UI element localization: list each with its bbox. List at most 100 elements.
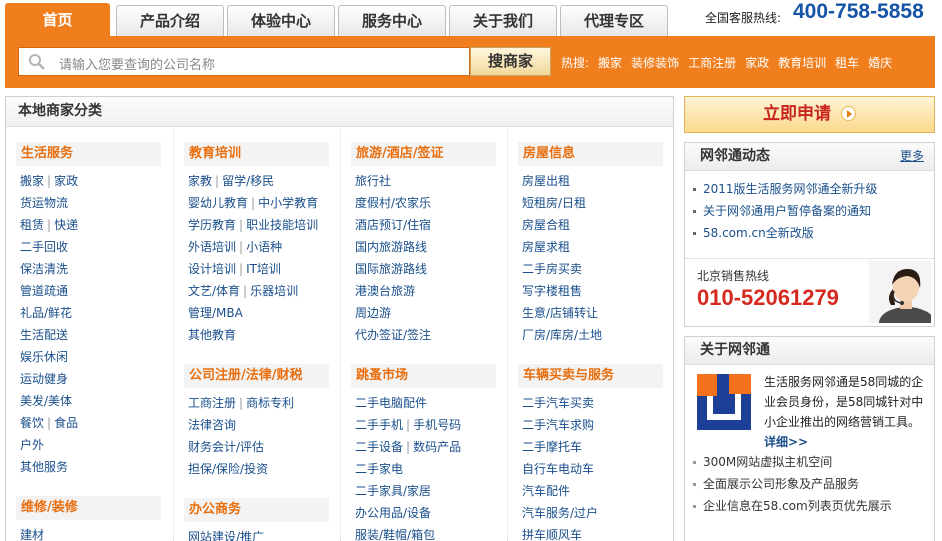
category-heading[interactable]: 生活服务 <box>16 142 161 166</box>
category-link[interactable]: 生活配送 <box>20 328 68 342</box>
category-link[interactable]: 周边游 <box>355 306 391 320</box>
hot-term[interactable]: 家政 <box>745 56 769 70</box>
category-heading[interactable]: 教育培训 <box>184 142 329 166</box>
category-link[interactable]: 留学/移民 <box>222 174 274 188</box>
category-link[interactable]: 房屋出租 <box>522 174 570 188</box>
tab-experience[interactable]: 体验中心 <box>227 5 335 36</box>
category-link[interactable]: 担保/保险/投资 <box>188 462 268 476</box>
category-link[interactable]: 快递 <box>54 218 78 232</box>
category-link[interactable]: 文艺/体育 <box>188 284 240 298</box>
hot-term[interactable]: 装修装饰 <box>631 56 679 70</box>
category-link[interactable]: 二手房买卖 <box>522 262 582 276</box>
category-link[interactable]: 小语种 <box>246 240 282 254</box>
category-link[interactable]: 网站建设/推广 <box>188 530 264 541</box>
category-link[interactable]: 外语培训 <box>188 240 236 254</box>
category-link[interactable]: 自行车电动车 <box>522 462 594 476</box>
category-link[interactable]: 户外 <box>20 438 44 452</box>
category-link[interactable]: 餐饮 <box>20 416 44 430</box>
category-link[interactable]: 国际旅游路线 <box>355 262 427 276</box>
hot-term[interactable]: 教育培训 <box>778 56 826 70</box>
category-link[interactable]: 国内旅游路线 <box>355 240 427 254</box>
category-link[interactable]: 保洁清洗 <box>20 262 68 276</box>
tab-home[interactable]: 首页 <box>5 3 110 36</box>
hot-term[interactable]: 工商注册 <box>688 56 736 70</box>
category-link[interactable]: 代办签证/签注 <box>355 328 431 342</box>
category-link[interactable]: 度假村/农家乐 <box>355 196 431 210</box>
tab-about[interactable]: 关于我们 <box>449 5 557 36</box>
category-link[interactable]: 二手电脑配件 <box>355 396 427 410</box>
category-link[interactable]: 商标专利 <box>246 396 294 410</box>
category-link[interactable]: 中小学教育 <box>258 196 318 210</box>
category-link[interactable]: 婴幼儿教育 <box>188 196 248 210</box>
category-heading[interactable]: 公司注册/法律/财税 <box>184 364 329 388</box>
category-link[interactable]: 二手手机 <box>355 418 403 432</box>
category-link[interactable]: 房屋求租 <box>522 240 570 254</box>
hot-term[interactable]: 婚庆 <box>868 56 892 70</box>
category-link[interactable]: 运动健身 <box>20 372 68 386</box>
category-link[interactable]: 手机号码 <box>413 418 461 432</box>
category-heading[interactable]: 车辆买卖与服务 <box>518 364 663 388</box>
category-link[interactable]: 法律咨询 <box>188 418 236 432</box>
category-link[interactable]: 食品 <box>54 416 78 430</box>
search-input[interactable]: 请输入您要查询的公司名称 <box>18 47 470 76</box>
category-link[interactable]: 其他教育 <box>188 328 236 342</box>
category-link[interactable]: 二手家具/家居 <box>355 484 431 498</box>
category-link[interactable]: 租赁 <box>20 218 44 232</box>
category-link[interactable]: 娱乐休闲 <box>20 350 68 364</box>
category-link[interactable]: 财务会计/评估 <box>188 440 264 454</box>
category-link[interactable]: 酒店预订/住宿 <box>355 218 431 232</box>
category-link[interactable]: 二手回收 <box>20 240 68 254</box>
category-link[interactable]: 货运物流 <box>20 196 68 210</box>
category-link[interactable]: 乐器培训 <box>250 284 298 298</box>
category-link[interactable]: 写字楼租售 <box>522 284 582 298</box>
tab-products[interactable]: 产品介绍 <box>116 5 224 36</box>
category-link[interactable]: 二手设备 <box>355 440 403 454</box>
search-button[interactable]: 搜商家 <box>470 47 551 76</box>
apply-now-button[interactable]: 立即申请 <box>684 96 935 133</box>
category-link[interactable]: 建材 <box>20 528 44 541</box>
category-link[interactable]: 二手摩托车 <box>522 440 582 454</box>
tab-agent[interactable]: 代理专区 <box>560 5 668 36</box>
category-link[interactable]: 学历教育 <box>188 218 236 232</box>
category-link[interactable]: 汽车配件 <box>522 484 570 498</box>
category-link[interactable]: 家教 <box>188 174 212 188</box>
category-link[interactable]: 生意/店铺转让 <box>522 306 598 320</box>
category-link[interactable]: 管道疏通 <box>20 284 68 298</box>
category-link[interactable]: 旅行社 <box>355 174 391 188</box>
category-link[interactable]: 汽车服务/过户 <box>522 506 598 520</box>
category-link[interactable]: IT培训 <box>246 262 281 276</box>
category-link[interactable]: 拼车顺风车 <box>522 528 582 541</box>
category-link[interactable]: 搬家 <box>20 174 44 188</box>
category-link[interactable]: 二手汽车买卖 <box>522 396 594 410</box>
category-link[interactable]: 二手家电 <box>355 462 403 476</box>
news-item[interactable]: 关于网邻通用户暂停备案的通知 <box>693 200 934 222</box>
tab-service[interactable]: 服务中心 <box>338 5 446 36</box>
category-link[interactable]: 港澳台旅游 <box>355 284 415 298</box>
category-link[interactable]: 工商注册 <box>188 396 236 410</box>
news-more-link[interactable]: 更多 <box>900 143 924 170</box>
category-link[interactable]: 美发/美体 <box>20 394 72 408</box>
category-link[interactable]: 其他服务 <box>20 460 68 474</box>
category-link[interactable]: 管理/MBA <box>188 306 243 320</box>
about-more-link[interactable]: 详细>> <box>764 435 808 449</box>
news-item[interactable]: 2011版生活服务网邻通全新升级 <box>693 178 934 200</box>
news-item[interactable]: 58.com.cn全新改版 <box>693 222 934 244</box>
category-link[interactable]: 职业技能培训 <box>246 218 318 232</box>
category-heading[interactable]: 维修/装修 <box>16 496 161 520</box>
category-link[interactable]: 二手汽车求购 <box>522 418 594 432</box>
category-link[interactable]: 设计培训 <box>188 262 236 276</box>
category-link[interactable]: 数码产品 <box>413 440 461 454</box>
category-link[interactable]: 礼品/鲜花 <box>20 306 72 320</box>
hot-term[interactable]: 租车 <box>835 56 859 70</box>
category-link[interactable]: 厂房/库房/土地 <box>522 328 602 342</box>
category-link[interactable]: 服装/鞋帽/箱包 <box>355 528 435 541</box>
category-link[interactable]: 房屋合租 <box>522 218 570 232</box>
category-link[interactable]: 家政 <box>54 174 78 188</box>
category-link[interactable]: 办公用品/设备 <box>355 506 431 520</box>
category-link[interactable]: 短租房/日租 <box>522 196 586 210</box>
hot-term[interactable]: 搬家 <box>598 56 622 70</box>
category-heading[interactable]: 跳蚤市场 <box>351 364 496 388</box>
category-heading[interactable]: 办公商务 <box>184 498 329 522</box>
category-heading[interactable]: 旅游/酒店/签证 <box>351 142 496 166</box>
category-heading[interactable]: 房屋信息 <box>518 142 663 166</box>
